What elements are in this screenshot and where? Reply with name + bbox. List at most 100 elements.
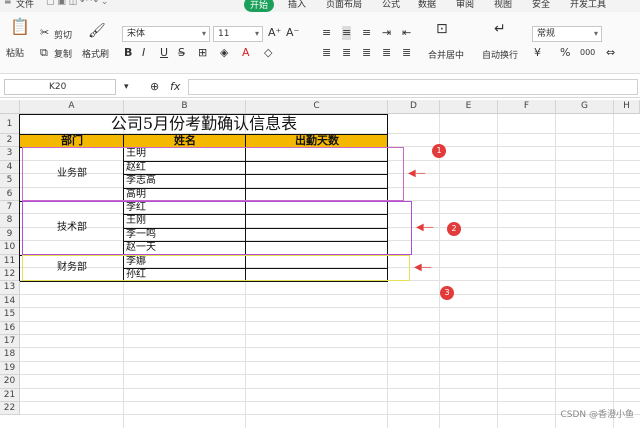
sheet-title: 公司5月份考勤确认信息表 xyxy=(110,114,298,133)
row-header-20[interactable]: 20 xyxy=(0,375,20,389)
formula-input[interactable] xyxy=(188,79,638,95)
format-painter-icon[interactable]: 🖌 xyxy=(88,24,106,38)
callout-arrow-icon: ◀— xyxy=(416,221,434,233)
table-border xyxy=(20,114,388,115)
column-header-H[interactable]: H xyxy=(614,100,640,114)
scissors-icon[interactable]: ✂ xyxy=(40,26,49,40)
callout-badge: 2 xyxy=(447,222,461,236)
italic-button[interactable]: I xyxy=(142,46,145,60)
zoom-icon[interactable]: ⊕ xyxy=(150,80,159,94)
row-header-11[interactable]: 11 xyxy=(0,254,20,268)
underline-button[interactable]: U xyxy=(160,46,168,60)
callout-badge: 3 xyxy=(440,286,454,300)
row-header-21[interactable]: 21 xyxy=(0,388,20,402)
decrease-font-icon[interactable]: A⁻ xyxy=(286,26,299,40)
quick-access-icons[interactable]: ▢ ▣ ◫ ↶ ↷ ⌄ xyxy=(46,0,108,7)
align-middle-icon[interactable]: ≡ xyxy=(342,26,352,40)
row-header-18[interactable]: 18 xyxy=(0,348,20,362)
merge-center-icon[interactable]: ⊡ xyxy=(436,22,448,36)
row-header-13[interactable]: 13 xyxy=(0,281,20,295)
align-bottom-icon[interactable]: ≡ xyxy=(362,26,371,40)
row-header-2[interactable]: 2 xyxy=(0,134,20,148)
percent-button[interactable]: % xyxy=(560,46,570,60)
column-header-B[interactable]: B xyxy=(124,100,246,114)
thousands-button[interactable]: 000 xyxy=(580,46,595,60)
font-size-select[interactable]: 11 ▾ xyxy=(213,26,263,42)
column-header-G[interactable]: G xyxy=(556,100,614,114)
column-header-F[interactable]: F xyxy=(498,100,556,114)
row-header-8[interactable]: 8 xyxy=(0,214,20,228)
tab-data[interactable]: 数据 xyxy=(418,0,436,10)
name-box[interactable]: K20 xyxy=(4,79,116,95)
row-header-1[interactable]: 1 xyxy=(0,114,20,134)
number-format-value: 常规 xyxy=(537,29,556,39)
chevron-down-icon[interactable]: ▾ xyxy=(124,80,129,94)
row-header-4[interactable]: 4 xyxy=(0,160,20,175)
row-header-6[interactable]: 6 xyxy=(0,187,20,201)
bold-button[interactable]: B xyxy=(124,46,132,60)
hamburger-icon[interactable]: ≡ xyxy=(4,0,12,7)
copy-button[interactable]: 复制 xyxy=(54,47,72,60)
outdent-icon[interactable]: ⇤ xyxy=(402,26,411,40)
row-header-19[interactable]: 19 xyxy=(0,361,20,376)
row-header-9[interactable]: 9 xyxy=(0,227,20,242)
grid-vline xyxy=(497,114,498,428)
wrap-text-button[interactable]: 自动换行 xyxy=(482,48,518,61)
tab-formula[interactable]: 公式 xyxy=(382,0,400,10)
row-header-17[interactable]: 17 xyxy=(0,335,20,349)
decimal-icon[interactable]: ⇔ xyxy=(606,46,615,60)
align-center-icon[interactable]: ≣ xyxy=(342,46,351,60)
group-highlight-box xyxy=(22,201,412,255)
number-format-select[interactable]: 常规 ▾ xyxy=(532,26,602,42)
align-right-icon[interactable]: ≣ xyxy=(362,46,371,60)
menu-bar: ≡ 文件 ▢ ▣ ◫ ↶ ↷ ⌄ 开始 插入 页面布局 公式 数据 审阅 视图 … xyxy=(0,0,640,12)
tab-insert[interactable]: 插入 xyxy=(288,0,306,10)
merge-center-button[interactable]: 合并居中 xyxy=(428,48,464,61)
tab-security[interactable]: 安全 xyxy=(532,0,550,10)
row-header-10[interactable]: 10 xyxy=(0,241,20,255)
column-header-D[interactable]: D xyxy=(388,100,440,114)
row-header-16[interactable]: 16 xyxy=(0,321,20,335)
wrap-text-icon[interactable]: ↵ xyxy=(494,22,506,36)
tab-view[interactable]: 视图 xyxy=(494,0,512,10)
strikethrough-icon[interactable]: S̶ xyxy=(178,46,185,60)
paste-button[interactable]: 粘贴 xyxy=(6,46,24,59)
fx-button[interactable]: fx xyxy=(170,80,180,94)
column-header-C[interactable]: C xyxy=(246,100,388,114)
increase-font-icon[interactable]: A⁺ xyxy=(268,26,281,40)
column-header-E[interactable]: E xyxy=(440,100,498,114)
row-header-5[interactable]: 5 xyxy=(0,174,20,188)
grid-hline xyxy=(20,293,640,295)
align-top-icon[interactable]: ≡ xyxy=(322,26,331,40)
clear-format-icon[interactable]: ◇ xyxy=(264,46,272,60)
grid-hline xyxy=(20,387,640,389)
column-header-A[interactable]: A xyxy=(20,100,124,114)
menu-file[interactable]: 文件 xyxy=(16,0,34,10)
fill-color-icon[interactable]: ◈ xyxy=(220,46,228,60)
font-color-icon[interactable]: A xyxy=(242,46,250,60)
table-border xyxy=(19,114,20,282)
tab-dev-tools[interactable]: 开发工具 xyxy=(570,0,606,10)
paste-icon[interactable]: 📋 xyxy=(10,19,30,35)
cut-button[interactable]: 剪切 xyxy=(54,28,72,41)
row-header-22[interactable]: 22 xyxy=(0,402,20,416)
border-icon[interactable]: ⊞ xyxy=(198,46,207,60)
align-left-icon[interactable]: ≣ xyxy=(322,46,331,60)
tab-page-layout[interactable]: 页面布局 xyxy=(326,0,362,10)
currency-icon[interactable]: ¥ xyxy=(534,46,541,60)
copy-icon[interactable]: ⧉ xyxy=(40,46,48,60)
tab-review[interactable]: 审阅 xyxy=(456,0,474,10)
format-painter-button[interactable]: 格式刷 xyxy=(82,47,109,60)
justify-icon[interactable]: ≣ xyxy=(382,46,391,60)
distribute-icon[interactable]: ≣ xyxy=(402,46,411,60)
row-header-7[interactable]: 7 xyxy=(0,201,20,215)
row-header-14[interactable]: 14 xyxy=(0,294,20,309)
select-all-corner[interactable] xyxy=(0,100,20,114)
chevron-down-icon: ▾ xyxy=(593,29,598,38)
indent-icon[interactable]: ⇥ xyxy=(382,26,391,40)
row-header-3[interactable]: 3 xyxy=(0,147,20,161)
row-header-15[interactable]: 15 xyxy=(0,308,20,322)
tab-start[interactable]: 开始 xyxy=(244,0,275,12)
row-header-12[interactable]: 12 xyxy=(0,268,20,282)
font-name-select[interactable]: 宋体 ▾ xyxy=(122,26,210,42)
